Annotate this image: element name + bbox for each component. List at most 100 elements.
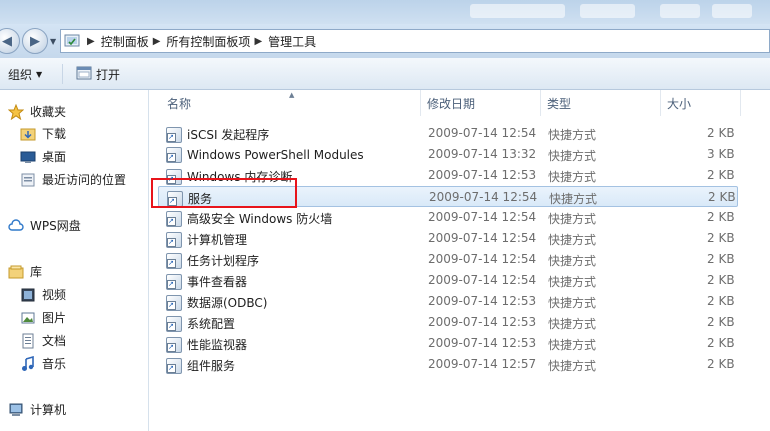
nav-documents[interactable]: 文档 — [20, 332, 66, 349]
nav-desktop-label: 桌面 — [42, 150, 67, 164]
column-header-size[interactable]: 大小 — [661, 90, 741, 116]
file-row[interactable]: ↗ 任务计划程序 2009-07-14 12:54 快捷方式 2 KB — [158, 249, 738, 270]
chevron-down-icon: ▼ — [36, 70, 43, 79]
file-name-label: 性能监视器 — [187, 338, 248, 352]
file-name-cell[interactable]: ↗ 性能监视器 — [166, 336, 247, 353]
file-size-cell: 2 KB — [707, 357, 735, 371]
nav-computer-label: 计算机 — [30, 403, 67, 417]
file-size-cell: 2 KB — [707, 294, 735, 308]
nav-library-label: 库 — [30, 265, 43, 279]
breadcrumb-separator-icon[interactable]: ▶ — [254, 36, 262, 47]
nav-documents-label: 文档 — [42, 334, 67, 348]
file-type-cell: 快捷方式 — [549, 192, 598, 206]
file-type-cell: 快捷方式 — [548, 338, 597, 352]
file-date-cell: 2009-07-14 12:54 — [428, 252, 537, 266]
file-name-cell[interactable]: ↗ Windows PowerShell Modules — [166, 147, 364, 163]
file-type-cell: 快捷方式 — [548, 317, 597, 331]
file-size-cell: 2 KB — [707, 168, 735, 182]
file-size-cell: 2 KB — [707, 315, 735, 329]
open-label: 打开 — [96, 68, 121, 82]
organize-label: 组织 — [8, 68, 33, 82]
file-date-cell: 2009-07-14 12:53 — [428, 168, 537, 182]
breadcrumb-separator-icon[interactable]: ▶ — [153, 36, 161, 47]
file-type-cell: 快捷方式 — [548, 170, 597, 184]
control-panel-icon — [61, 30, 83, 52]
nav-library[interactable]: 库 — [8, 263, 42, 280]
file-name-cell[interactable]: ↗ 计算机管理 — [166, 231, 247, 248]
organize-button[interactable]: 组织 ▼ — [8, 66, 42, 83]
breadcrumb-separator-icon[interactable]: ▶ — [87, 36, 95, 47]
file-type-cell: 快捷方式 — [548, 254, 597, 268]
cloud-icon — [8, 218, 24, 234]
file-type-cell: 快捷方式 — [548, 128, 597, 142]
file-row[interactable]: ↗ 组件服务 2009-07-14 12:57 快捷方式 2 KB — [158, 354, 738, 375]
open-icon — [76, 66, 92, 83]
file-name-cell[interactable]: ↗ iSCSI 发起程序 — [166, 126, 269, 143]
open-button[interactable]: 打开 — [76, 66, 120, 83]
nav-favorites-label: 收藏夹 — [30, 105, 67, 119]
title-ghost-element — [580, 4, 635, 18]
nav-recent[interactable]: 最近访问的位置 — [20, 171, 126, 188]
computer-icon — [8, 402, 24, 418]
shortcut-icon: ↗ — [166, 294, 182, 311]
picture-icon — [20, 310, 36, 326]
recent-places-icon — [20, 172, 36, 188]
forward-button[interactable]: ▶ — [22, 28, 48, 54]
nav-videos[interactable]: 视频 — [20, 286, 66, 303]
file-date-cell: 2009-07-14 12:57 — [428, 357, 537, 371]
shortcut-icon: ↗ — [166, 315, 182, 332]
file-row[interactable]: ↗ 性能监视器 2009-07-14 12:53 快捷方式 2 KB — [158, 333, 738, 354]
nav-computer[interactable]: 计算机 — [8, 401, 66, 418]
file-row[interactable]: ↗ 数据源(ODBC) 2009-07-14 12:53 快捷方式 2 KB — [158, 291, 738, 312]
file-name-label: 计算机管理 — [187, 233, 248, 247]
title-ghost-element — [660, 4, 700, 18]
downloads-folder-icon — [20, 126, 36, 142]
file-name-cell[interactable]: ↗ 事件查看器 — [166, 273, 247, 290]
nav-wps[interactable]: WPS网盘 — [8, 217, 81, 234]
column-header-type[interactable]: 类型 — [541, 90, 661, 116]
column-header-name-label: 名称 — [167, 96, 192, 111]
library-icon — [8, 264, 24, 280]
breadcrumb-admin-tools[interactable]: 管理工具 — [268, 33, 316, 50]
back-arrow-icon: ◀ — [2, 33, 12, 49]
file-list: ▲ 名称 修改日期 类型 大小 ↗ iSCSI 发起程序 2009-07-14 12… — [150, 90, 770, 431]
file-row[interactable]: ↗ 系统配置 2009-07-14 12:53 快捷方式 2 KB — [158, 312, 738, 333]
file-name-label: 事件查看器 — [187, 275, 248, 289]
shortcut-icon: ↗ — [166, 126, 182, 143]
file-date-cell: 2009-07-14 12:53 — [428, 336, 537, 350]
breadcrumb-control-panel[interactable]: 控制面板 — [101, 33, 149, 50]
nav-desktop[interactable]: 桌面 — [20, 148, 66, 165]
file-name-label: 高级安全 Windows 防火墙 — [187, 212, 333, 226]
back-button[interactable]: ◀ — [0, 28, 20, 54]
file-size-cell: 2 KB — [707, 252, 735, 266]
file-row[interactable]: ↗ 高级安全 Windows 防火墙 2009-07-14 12:54 快捷方式 2 K… — [158, 207, 738, 228]
address-row: ◀ ▶ ▼ ▶ 控制面板 ▶ 所有控制面板项 ▶ 管理工具 — [0, 24, 770, 58]
file-size-cell: 2 KB — [708, 190, 736, 204]
file-row[interactable]: ↗ 计算机管理 2009-07-14 12:54 快捷方式 2 KB — [158, 228, 738, 249]
nav-favorites[interactable]: 收藏夹 — [7, 103, 67, 120]
file-type-cell: 快捷方式 — [548, 212, 597, 226]
file-name-cell[interactable]: ↗ 数据源(ODBC) — [166, 294, 267, 311]
nav-downloads[interactable]: 下载 — [20, 125, 66, 142]
file-name-cell[interactable]: ↗ 组件服务 — [166, 357, 235, 374]
breadcrumb-all-items[interactable]: 所有控制面板项 — [166, 33, 250, 50]
file-name-label: iSCSI 发起程序 — [187, 128, 270, 142]
column-header-size-label: 大小 — [667, 96, 692, 111]
title-ghost-element — [712, 4, 752, 18]
shortcut-icon: ↗ — [166, 231, 182, 248]
file-name-cell[interactable]: ↗ 高级安全 Windows 防火墙 — [166, 210, 332, 227]
history-dropdown-icon[interactable]: ▼ — [50, 37, 56, 46]
nav-pictures[interactable]: 图片 — [20, 309, 66, 326]
nav-wps-label: WPS网盘 — [30, 219, 81, 233]
file-name-cell[interactable]: ↗ 任务计划程序 — [166, 252, 259, 269]
file-row[interactable]: ↗ Windows PowerShell Modules 2009-07-14 13… — [158, 144, 738, 165]
column-header-date[interactable]: 修改日期 — [421, 90, 541, 116]
file-type-cell: 快捷方式 — [548, 275, 597, 289]
file-name-cell[interactable]: ↗ 系统配置 — [166, 315, 235, 332]
nav-music[interactable]: 音乐 — [20, 355, 66, 372]
address-bar[interactable]: ▶ 控制面板 ▶ 所有控制面板项 ▶ 管理工具 — [60, 29, 770, 53]
column-header-name[interactable]: 名称 — [161, 90, 421, 116]
file-row[interactable]: ↗ iSCSI 发起程序 2009-07-14 12:54 快捷方式 2 KB — [158, 123, 738, 144]
file-row[interactable]: ↗ 事件查看器 2009-07-14 12:54 快捷方式 2 KB — [158, 270, 738, 291]
star-icon — [7, 103, 25, 120]
